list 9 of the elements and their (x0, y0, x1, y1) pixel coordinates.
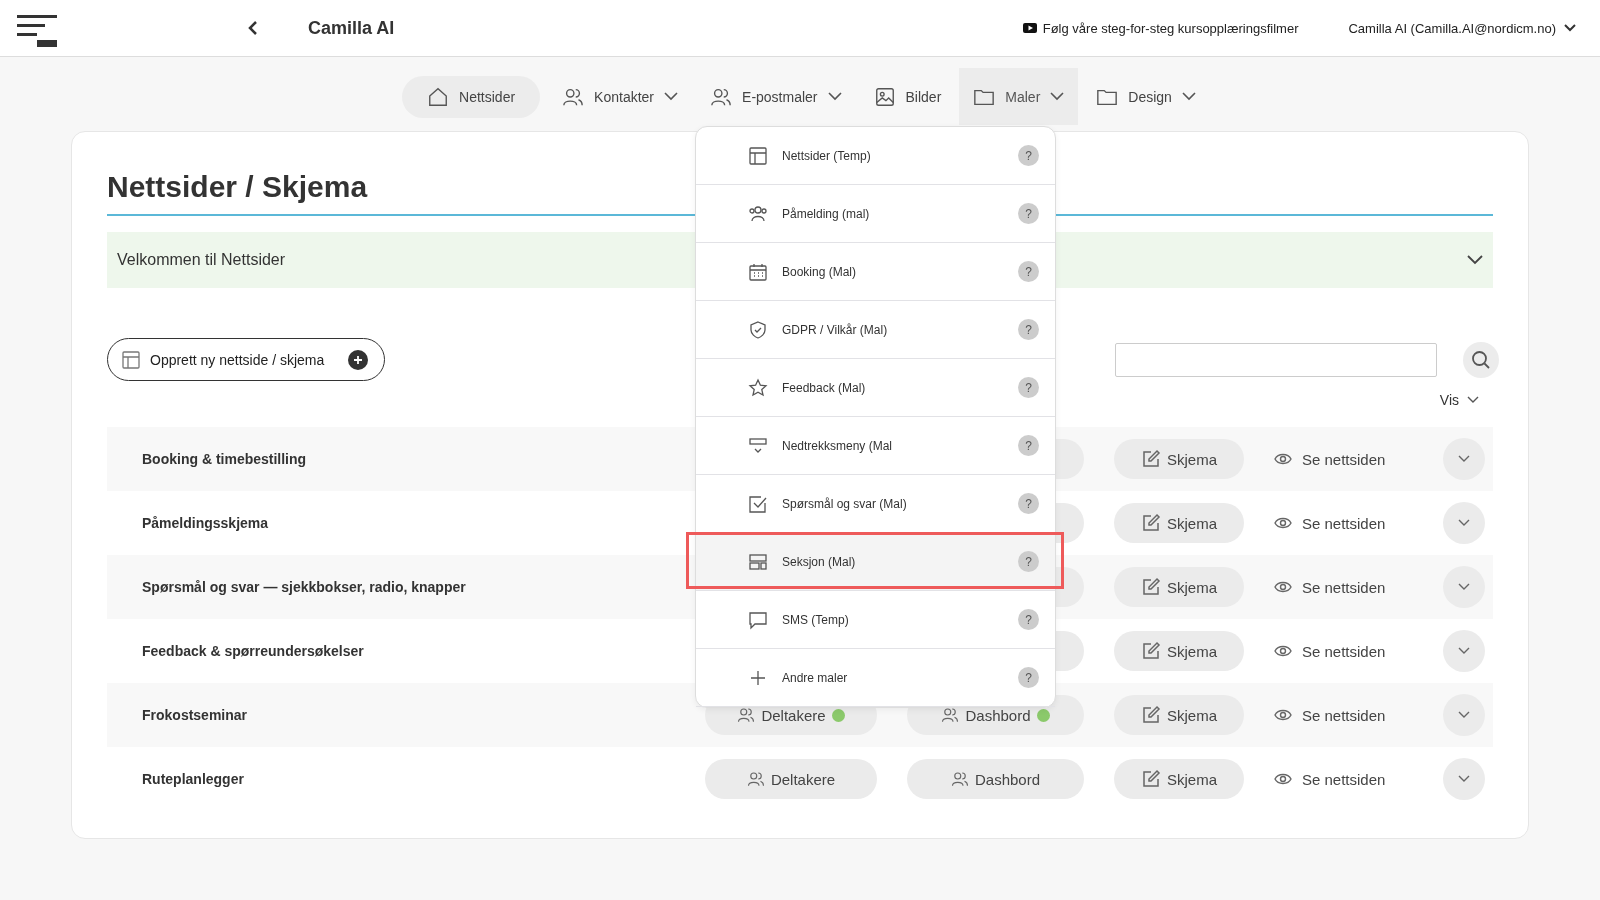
app-title: Camilla AI (308, 17, 395, 39)
welcome-text: Velkommen til Nettsider (117, 251, 286, 269)
row-name: Booking & timebestilling (142, 451, 308, 467)
row-name: Feedback & spørreundersøkelser (142, 643, 365, 659)
row-name: Påmeldingsskjema (142, 515, 270, 531)
page-title: Nettsider / Skjema (107, 170, 369, 204)
row-name: Frokostseminar (142, 707, 249, 723)
row-name: Spørsmål og svar — sjekkbokser, radio, knapper (142, 579, 467, 595)
row-name: Ruteplanlegger (142, 771, 245, 787)
